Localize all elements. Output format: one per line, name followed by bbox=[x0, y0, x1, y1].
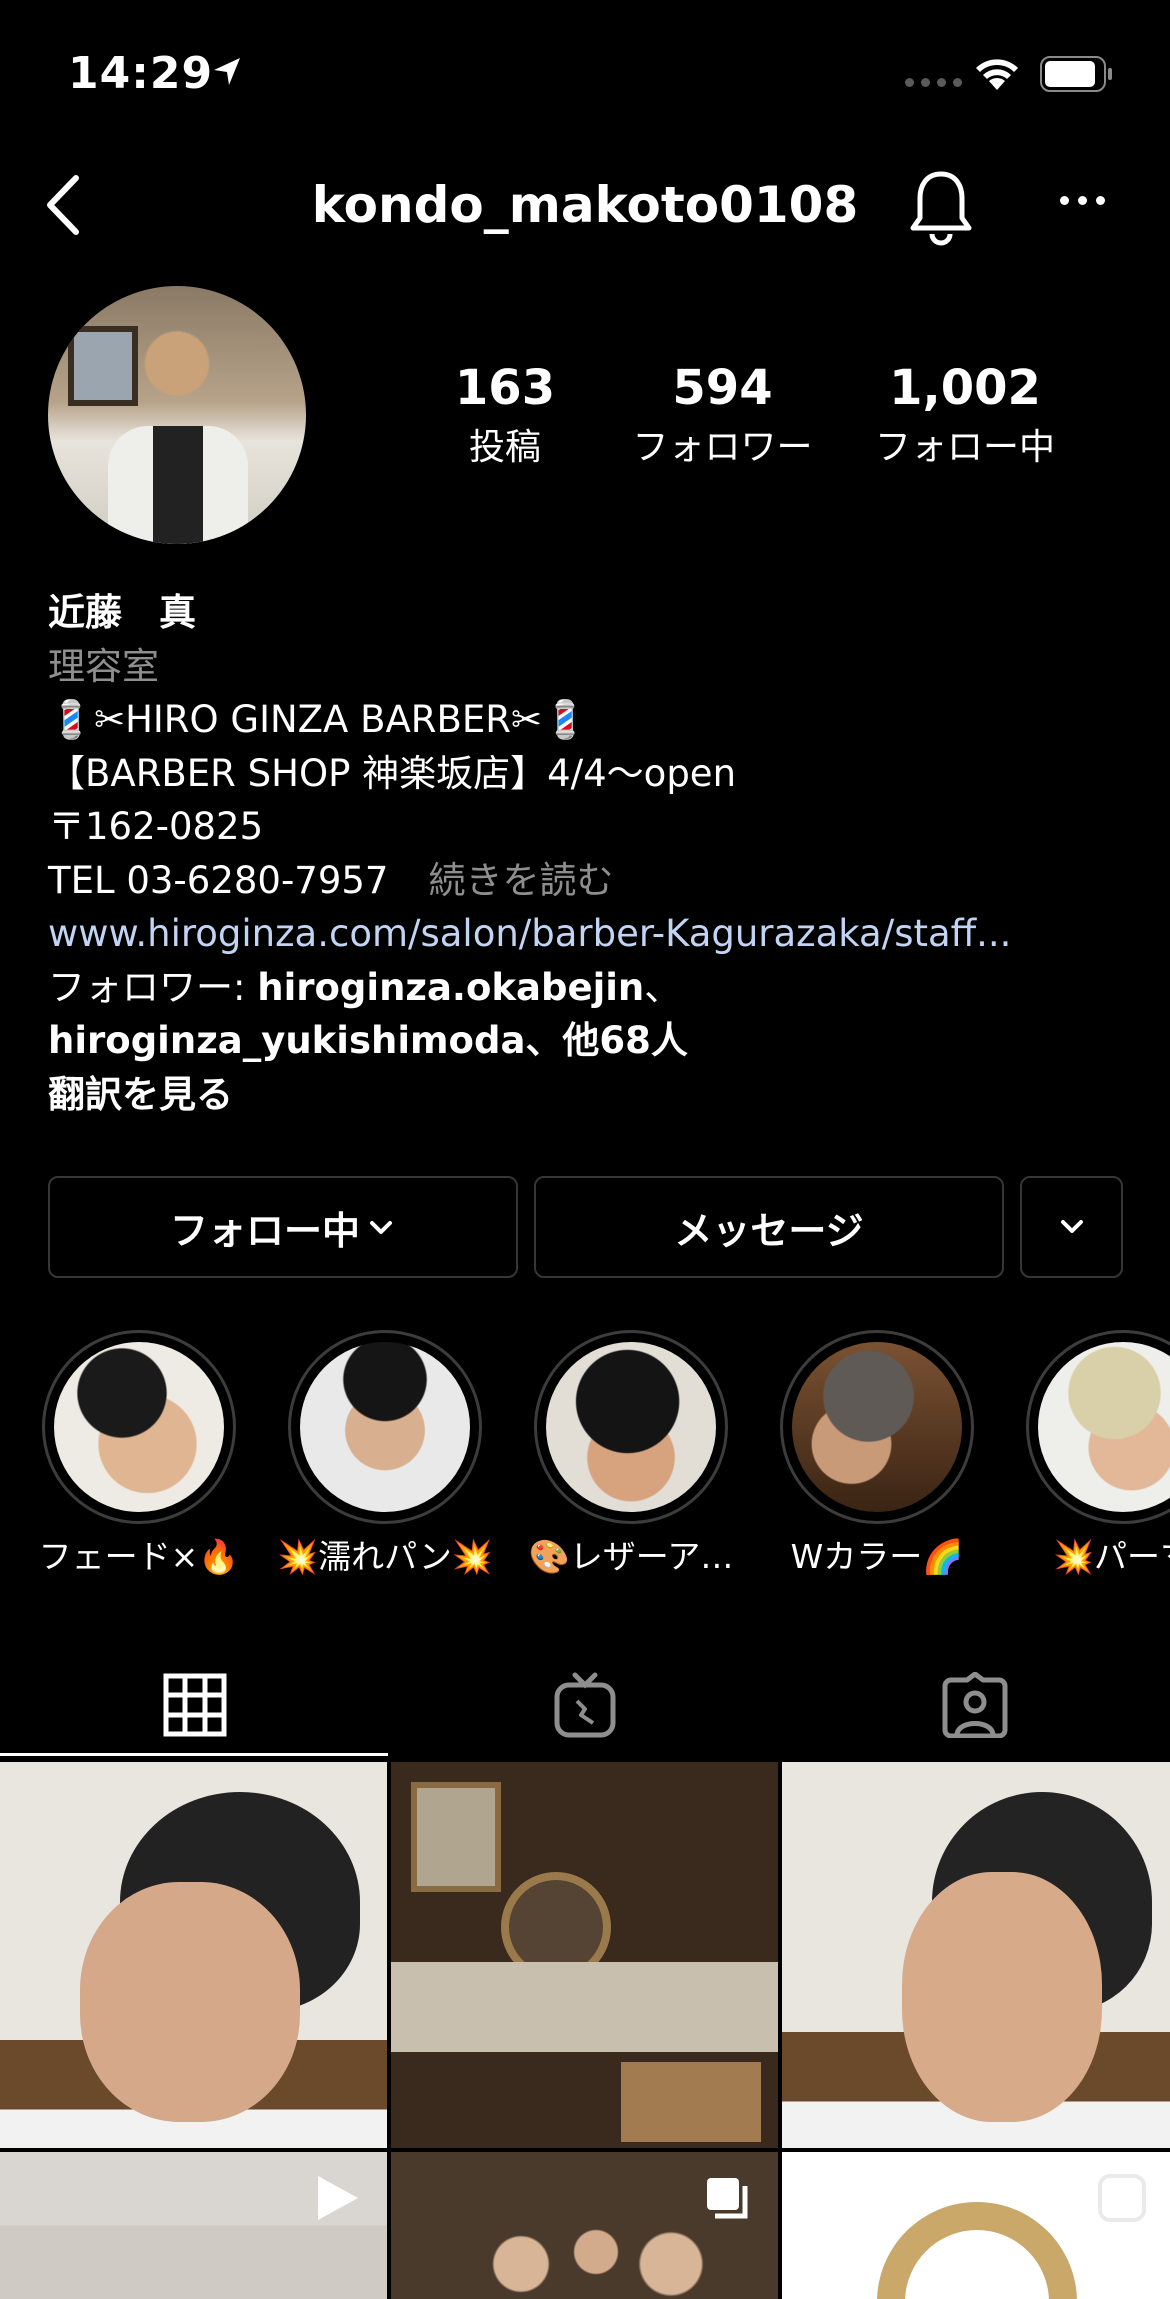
grid-icon bbox=[163, 1673, 227, 1737]
highlight-caption: 💥パーマ bbox=[1052, 1537, 1170, 1576]
followers-label: フォロワー bbox=[632, 427, 813, 468]
see-translation-link[interactable]: 翻訳を見る bbox=[48, 1068, 1138, 1122]
bio-line-tel: TEL 03-6280-7957 続きを読む bbox=[48, 854, 1138, 908]
post-thumbnail[interactable] bbox=[0, 1762, 387, 2148]
following-button[interactable]: フォロー中 bbox=[48, 1176, 518, 1278]
highlight-caption: 💥濡れパン💥 bbox=[277, 1537, 493, 1576]
bio-line: 【BARBER SHOP 神楽坂店】4/4〜open bbox=[48, 751, 737, 795]
followed-by[interactable]: フォロワー: hiroginza.okabejin、 bbox=[48, 961, 1138, 1015]
multiple-images-icon bbox=[707, 2178, 748, 2219]
profile-nav-bar: kondo_makoto0108 bbox=[0, 150, 1170, 260]
status-bar: 14:29 bbox=[0, 0, 1170, 150]
followed-by-user[interactable]: hiroginza_yukishimoda bbox=[48, 1019, 525, 1062]
post-thumbnail-carousel[interactable] bbox=[391, 2152, 778, 2299]
stat-posts[interactable]: 163 投稿 bbox=[420, 360, 590, 470]
story-highlight[interactable]: 💥パーマ bbox=[1026, 1330, 1170, 1576]
followed-by-suffix: 、他68人 bbox=[525, 1019, 688, 1062]
battery-icon bbox=[1040, 56, 1112, 92]
chevron-down-icon bbox=[1060, 1220, 1083, 1233]
tab-igtv[interactable] bbox=[390, 1650, 780, 1760]
reels-icon bbox=[1098, 2174, 1146, 2222]
highlight-caption: Wカラー🌈 bbox=[790, 1537, 964, 1576]
status-time: 14:29 bbox=[68, 48, 214, 99]
active-tab-indicator bbox=[0, 1753, 388, 1756]
followers-count: 594 bbox=[672, 360, 773, 416]
stat-followers[interactable]: 594 フォロワー bbox=[590, 360, 855, 470]
location-arrow-icon bbox=[214, 58, 240, 85]
chevron-down-icon bbox=[370, 1221, 392, 1234]
notification-bell-icon[interactable] bbox=[908, 168, 974, 248]
stat-following[interactable]: 1,002 フォロー中 bbox=[855, 360, 1075, 470]
bio-line: 💈✂︎HIRO GINZA BARBER✂︎💈 bbox=[48, 698, 589, 741]
posts-count: 163 bbox=[454, 360, 556, 416]
more-options-icon[interactable] bbox=[1060, 196, 1105, 205]
following-count: 1,002 bbox=[889, 360, 1041, 416]
tab-posts-grid[interactable] bbox=[0, 1650, 390, 1760]
posts-label: 投稿 bbox=[468, 427, 541, 468]
wifi-icon bbox=[976, 59, 1018, 90]
post-thumbnail-video[interactable] bbox=[0, 2152, 387, 2299]
bio-line: 〒162-0825 bbox=[48, 805, 264, 848]
story-highlight[interactable]: 🎨レザーア… bbox=[529, 1330, 733, 1576]
cellular-signal-icon bbox=[905, 78, 962, 87]
website-link[interactable]: www.hiroginza.com/salon/barber-Kagurazak… bbox=[48, 907, 1138, 961]
post-thumbnail[interactable] bbox=[782, 1762, 1170, 2148]
profile-username: kondo_makoto0108 bbox=[311, 176, 859, 234]
message-button[interactable]: メッセージ bbox=[534, 1176, 1004, 1278]
profile-stats: 163 投稿 594 フォロワー 1,002 フォロー中 bbox=[420, 360, 1120, 470]
igtv-icon bbox=[554, 1672, 616, 1738]
tagged-person-icon bbox=[942, 1672, 1008, 1738]
profile-tabs bbox=[0, 1650, 1170, 1760]
followed-by-user[interactable]: hiroginza.okabejin bbox=[257, 966, 644, 1009]
post-thumbnail[interactable] bbox=[782, 2152, 1170, 2299]
tab-tagged[interactable] bbox=[780, 1650, 1170, 1760]
profile-name: 近藤 真 bbox=[48, 591, 196, 634]
followed-by-separator: 、 bbox=[644, 965, 682, 1009]
highlight-caption: 🎨レザーア… bbox=[528, 1537, 734, 1576]
profile-bio: 近藤 真 理容室 💈✂︎HIRO GINZA BARBER✂︎💈 【BARBER… bbox=[48, 586, 1138, 1121]
following-label: フォロー中 bbox=[874, 427, 1055, 468]
highlight-caption: フェード×🔥 bbox=[38, 1537, 240, 1576]
story-highlight[interactable]: 💥濡れパン💥 bbox=[277, 1330, 493, 1576]
play-video-icon bbox=[318, 2176, 358, 2220]
story-highlight[interactable]: フェード×🔥 bbox=[39, 1330, 239, 1576]
profile-category: 理容室 bbox=[48, 644, 159, 688]
post-thumbnail[interactable] bbox=[391, 1762, 778, 2148]
bio-tel: TEL 03-6280-7957 bbox=[48, 858, 389, 902]
followed-by-continued[interactable]: hiroginza_yukishimoda、他68人 bbox=[48, 1014, 1138, 1068]
story-highlight[interactable]: Wカラー🌈 bbox=[780, 1330, 974, 1576]
read-more-link[interactable]: 続きを読む bbox=[428, 859, 613, 902]
following-button-label: フォロー中 bbox=[169, 1208, 360, 1253]
message-button-label: メッセージ bbox=[674, 1208, 864, 1253]
suggested-accounts-button[interactable] bbox=[1020, 1176, 1123, 1278]
profile-avatar[interactable] bbox=[48, 286, 306, 544]
followed-by-prefix: フォロワー: bbox=[48, 965, 258, 1009]
